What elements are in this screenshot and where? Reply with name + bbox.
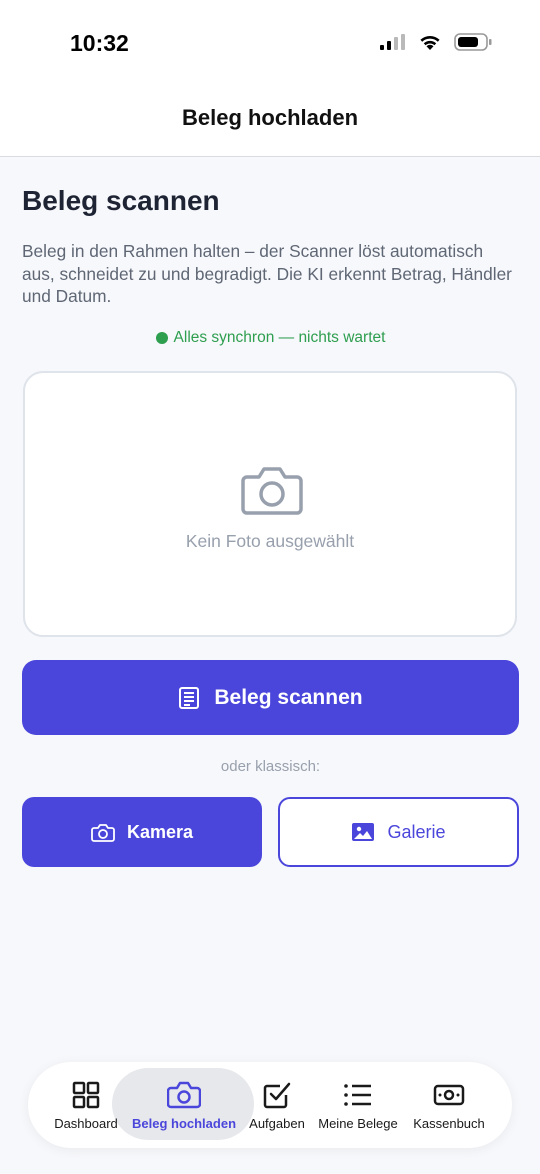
receipt-icon: [179, 686, 200, 709]
tab-aufgaben[interactable]: Aufgaben: [240, 1062, 314, 1148]
or-divider-text: oder klassisch:: [220, 758, 321, 775]
camera-icon: [167, 1079, 201, 1111]
camera-button-label: Kamera: [126, 821, 194, 842]
page-title: Beleg scannen: [22, 185, 220, 216]
sync-dot-icon: [155, 332, 168, 344]
scan-receipt-label: Beleg scannen: [214, 685, 363, 709]
camera-icon: [241, 467, 303, 515]
gallery-button-label: Galerie: [387, 821, 446, 842]
camera-icon: [91, 823, 115, 842]
status-icons: [380, 33, 492, 51]
tab-dashboard[interactable]: Dashboard: [42, 1062, 130, 1148]
page-description: Beleg in den Rahmen halten – der Scanner…: [22, 241, 512, 306]
tab-label: Beleg hochladen: [131, 1116, 237, 1131]
cellular-signal-icon: [380, 34, 405, 50]
tab-label: Dashboard: [54, 1116, 118, 1131]
grid-icon: [72, 1079, 100, 1111]
photo-placeholder-text: Kein Foto ausgewählt: [185, 531, 355, 551]
battery-icon: [454, 33, 492, 51]
sync-status-text: Alles synchron — nichts wartet: [173, 329, 386, 346]
tab-kassenbuch[interactable]: Kassenbuch: [408, 1062, 490, 1148]
photo-preview[interactable]: Kein Foto ausgewählt: [23, 371, 517, 637]
bottom-tab-bar: Dashboard Beleg hochladen Aufgaben Meine…: [28, 1062, 512, 1148]
tab-label: Meine Belege: [318, 1116, 398, 1131]
tab-label: Aufgaben: [249, 1116, 305, 1131]
sync-status: Alles synchron — nichts wartet: [22, 329, 519, 347]
cash-icon: [433, 1079, 465, 1111]
tab-meine-belege[interactable]: Meine Belege: [314, 1062, 402, 1148]
wifi-icon: [420, 35, 440, 50]
upload-button-row: Kamera Galerie: [22, 797, 519, 867]
scan-receipt-button[interactable]: Beleg scannen: [22, 660, 519, 735]
status-time: 10:32: [70, 30, 129, 56]
header-title: Beleg hochladen: [181, 105, 359, 130]
gallery-button[interactable]: Galerie: [278, 797, 519, 867]
list-icon: [343, 1079, 373, 1111]
tab-label: Kassenbuch: [413, 1116, 485, 1131]
status-bar: 10:32: [0, 0, 540, 80]
camera-button[interactable]: Kamera: [22, 797, 262, 867]
app-header: Beleg hochladen: [0, 80, 540, 157]
tab-beleg-hochladen[interactable]: Beleg hochladen: [122, 1062, 246, 1148]
image-icon: [352, 823, 375, 841]
checkbox-icon: [262, 1079, 292, 1111]
